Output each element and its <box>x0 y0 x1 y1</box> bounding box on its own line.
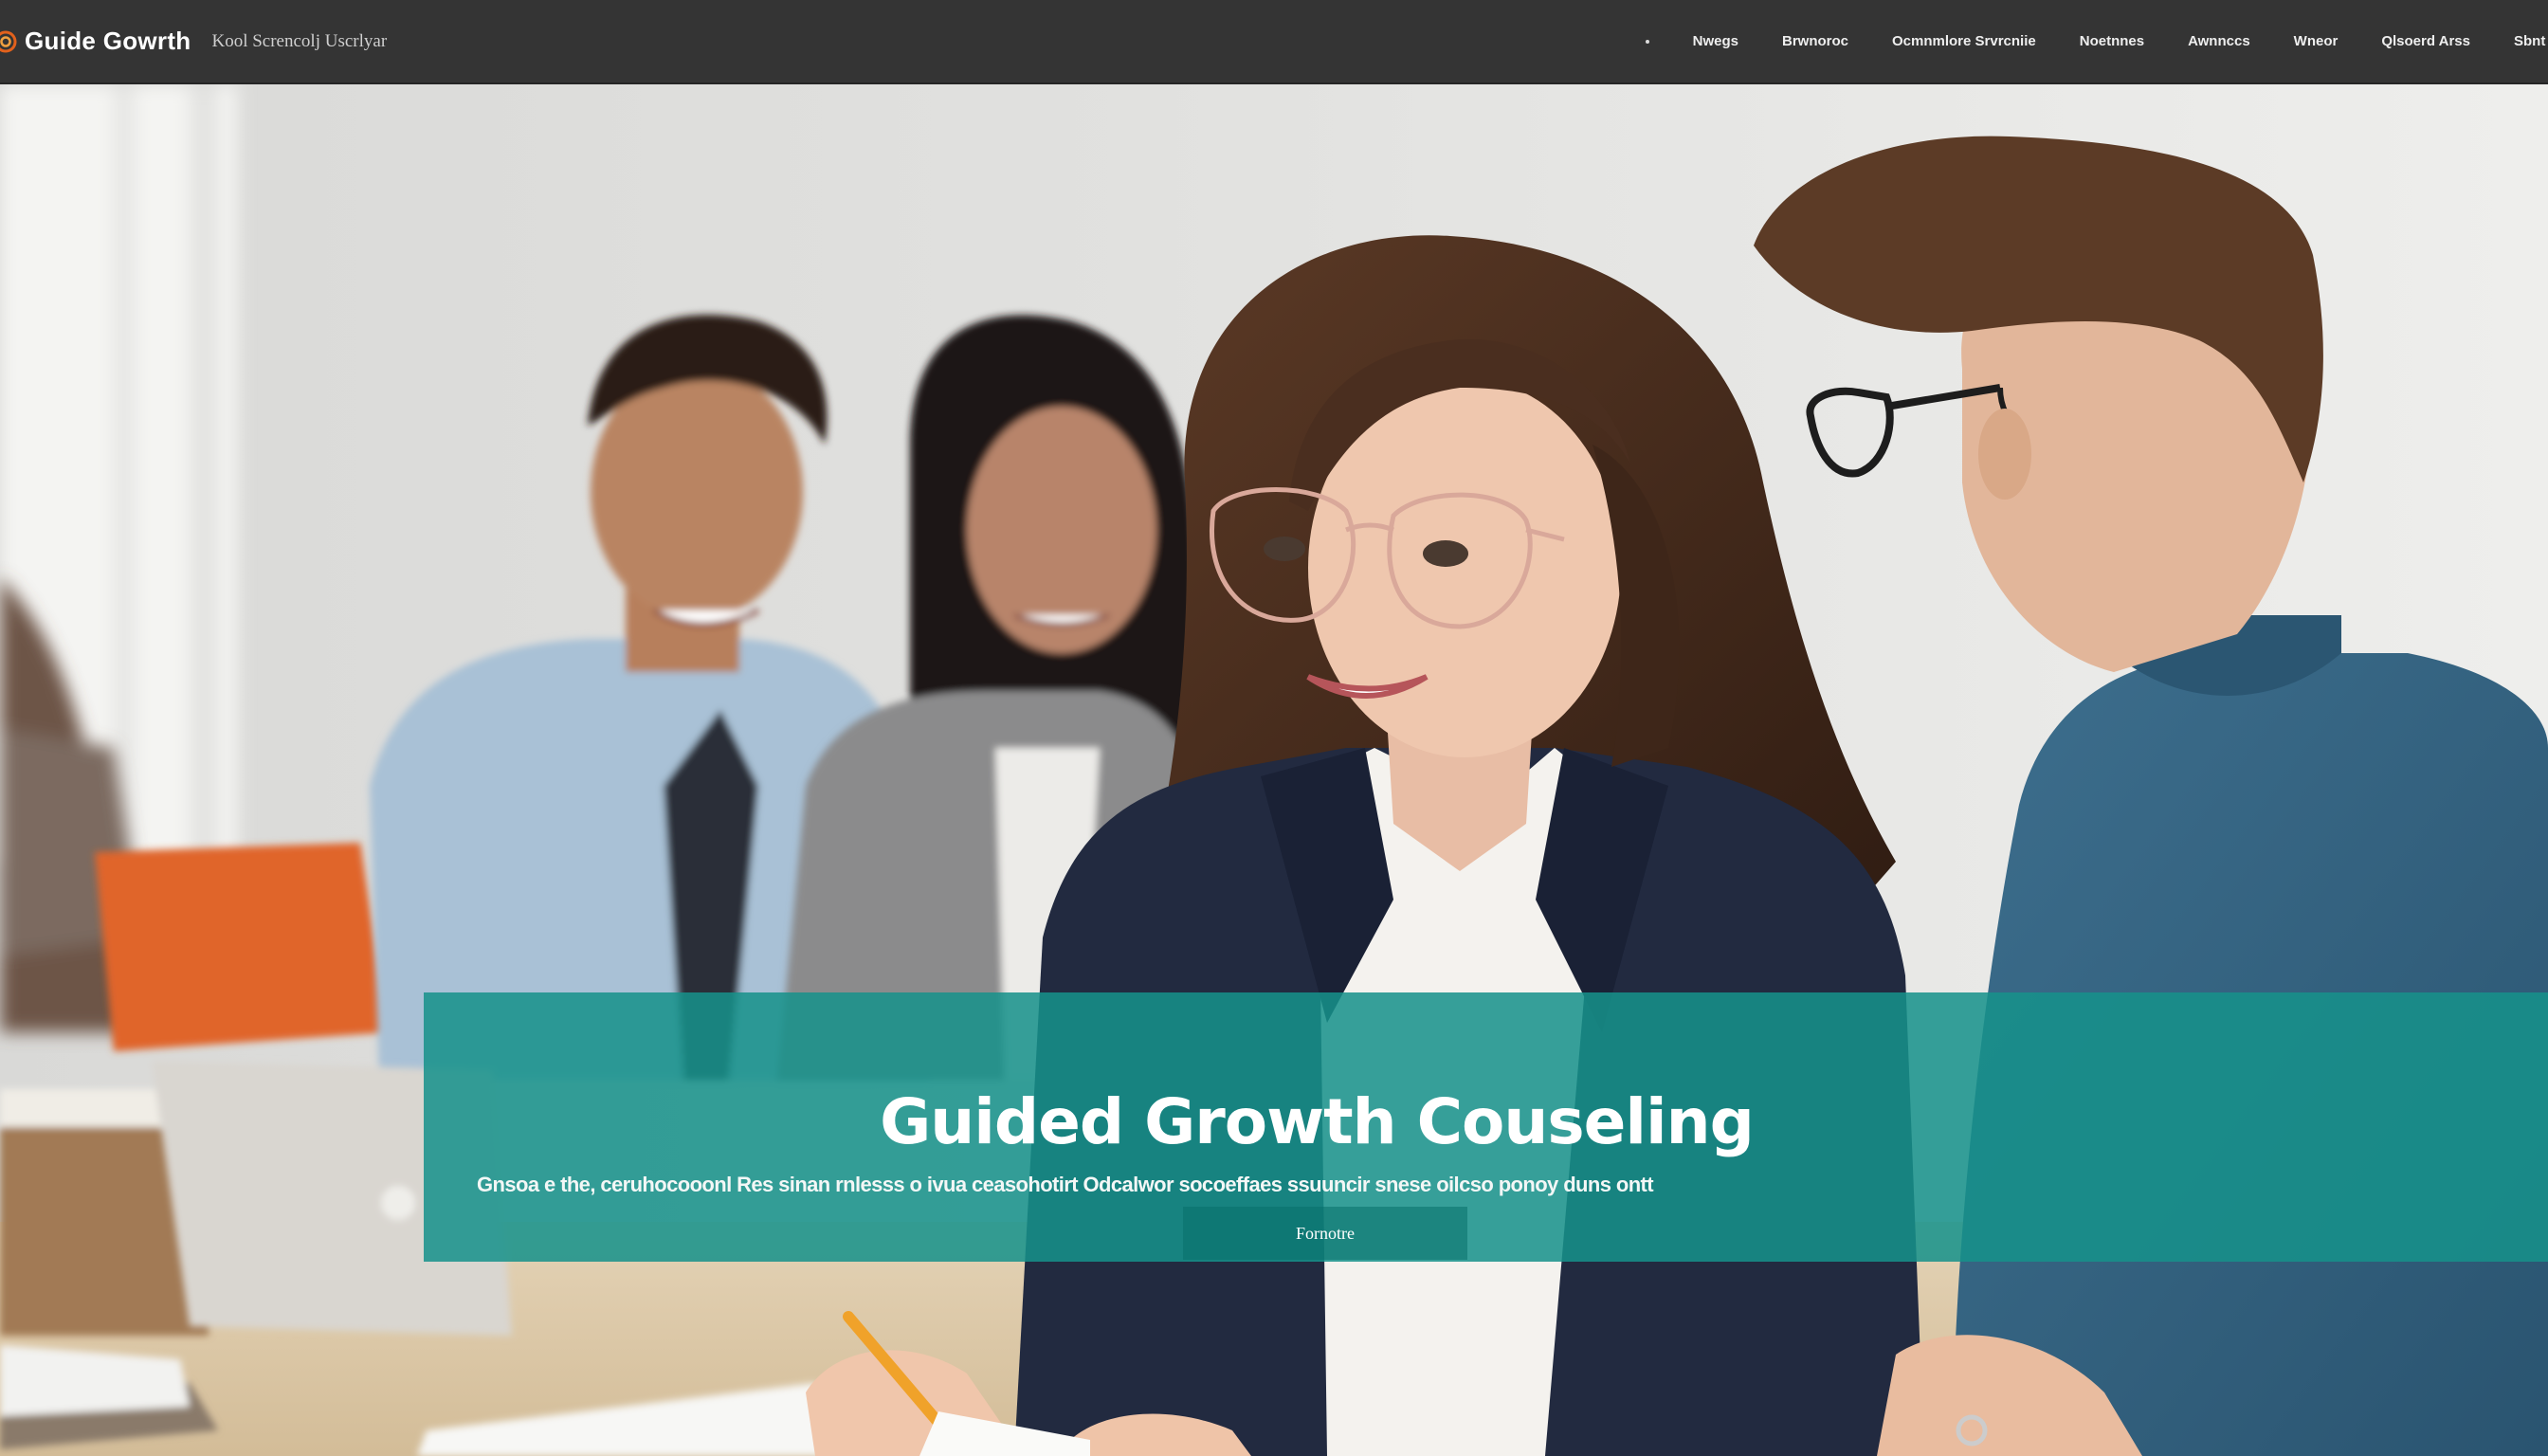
hero-title: Guided Growth Couseling <box>880 1085 1755 1159</box>
main-nav: Nwegs Brwnoroc Ocmnmlore Srvrcniie Noetn… <box>1645 0 2548 82</box>
nav-link-6[interactable]: Wneor <box>2294 33 2339 49</box>
brand-name: Guide Gowrth <box>25 27 191 55</box>
hero-description: Gnsoa e the, ceruhocooonl Res sinan rnle… <box>477 1173 1654 1196</box>
brand[interactable]: Guide Gowrth Kool Screncolj Uscrlyar <box>0 0 387 82</box>
nav-link-4[interactable]: Noetnnes <box>2080 33 2144 49</box>
nav-link-5[interactable]: Awnnccs <box>2188 33 2250 49</box>
brand-tagline: Kool Screncolj Uscrlyar <box>211 30 388 51</box>
nav-link-3[interactable]: Ocmnmlore Srvrcniie <box>1892 33 2036 49</box>
nav-link-1[interactable]: Nwegs <box>1693 33 1738 49</box>
hero-cta-button[interactable]: Fornotre <box>1183 1207 1467 1260</box>
nav-dot-icon <box>1645 39 1649 44</box>
nav-link-2[interactable]: Brwnoroc <box>1782 33 1848 49</box>
nav-link-7[interactable]: Qlsoerd Arss <box>2381 33 2470 49</box>
hero-banner: Guided Growth Couseling Gnsoa e the, cer… <box>424 992 2548 1262</box>
spiral-logo-icon <box>0 30 17 52</box>
nav-link-8[interactable]: Sbnt <box>2514 33 2548 49</box>
top-navigation-bar: Guide Gowrth Kool Screncolj Uscrlyar Nwe… <box>0 0 2548 84</box>
